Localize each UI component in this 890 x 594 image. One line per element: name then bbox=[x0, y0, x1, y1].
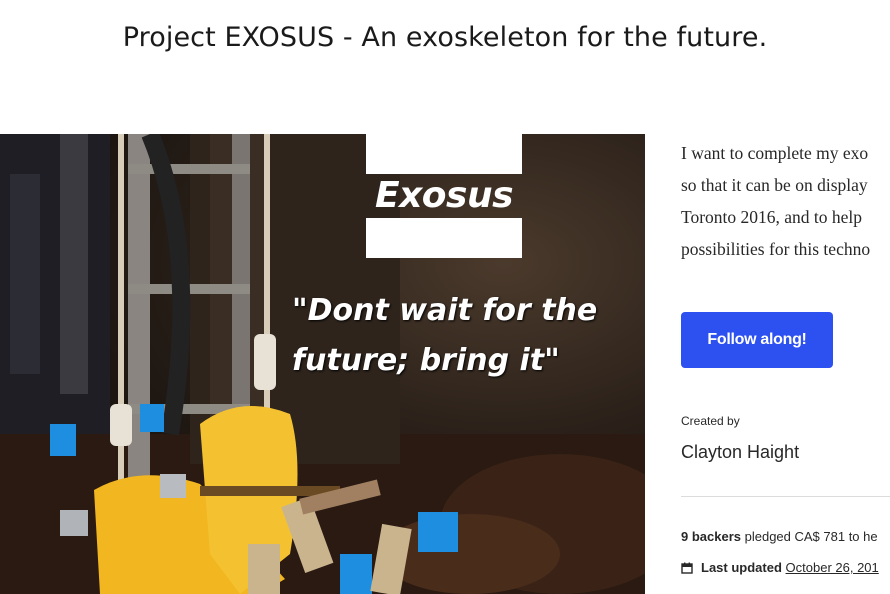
follow-along-button[interactable]: Follow along! bbox=[681, 312, 833, 368]
backers-summary: 9 backers pledged CA$ 781 to he bbox=[681, 529, 878, 544]
last-updated: Last updated October 26, 201 bbox=[681, 560, 879, 575]
blurb-line: possibilities for this techno bbox=[681, 239, 871, 259]
calendar-icon bbox=[681, 562, 693, 574]
page-title: Project EXOSUS - An exoskeleton for the … bbox=[122, 22, 768, 53]
last-updated-label: Last updated bbox=[701, 560, 782, 575]
project-blurb: I want to complete my exo so that it can… bbox=[681, 137, 890, 265]
creator-name-link[interactable]: Clayton Haight bbox=[681, 442, 799, 463]
blurb-line: Toronto 2016, and to help bbox=[681, 207, 863, 227]
logo-bar-top bbox=[366, 134, 522, 174]
quote-line-1: "Dont wait for the bbox=[292, 293, 598, 328]
blurb-line: I want to complete my exo bbox=[681, 143, 869, 163]
exosus-logo: Exosus bbox=[366, 134, 522, 258]
logo-text: Exosus bbox=[374, 175, 514, 216]
backers-pledged-text: pledged CA$ 781 to he bbox=[741, 529, 878, 544]
blurb-line: so that it can be on display bbox=[681, 175, 868, 195]
divider bbox=[681, 496, 890, 497]
backers-count: 9 backers bbox=[681, 529, 741, 544]
created-by-label: Created by bbox=[681, 414, 740, 428]
project-hero-image[interactable]: Exosus "Dont wait for the future; bring … bbox=[0, 134, 645, 594]
last-updated-date-link[interactable]: October 26, 201 bbox=[786, 560, 879, 575]
logo-bar-bottom bbox=[366, 218, 522, 258]
hero-quote: "Dont wait for the future; bring it" bbox=[292, 286, 642, 386]
quote-line-2: future; bring it" bbox=[292, 343, 560, 378]
